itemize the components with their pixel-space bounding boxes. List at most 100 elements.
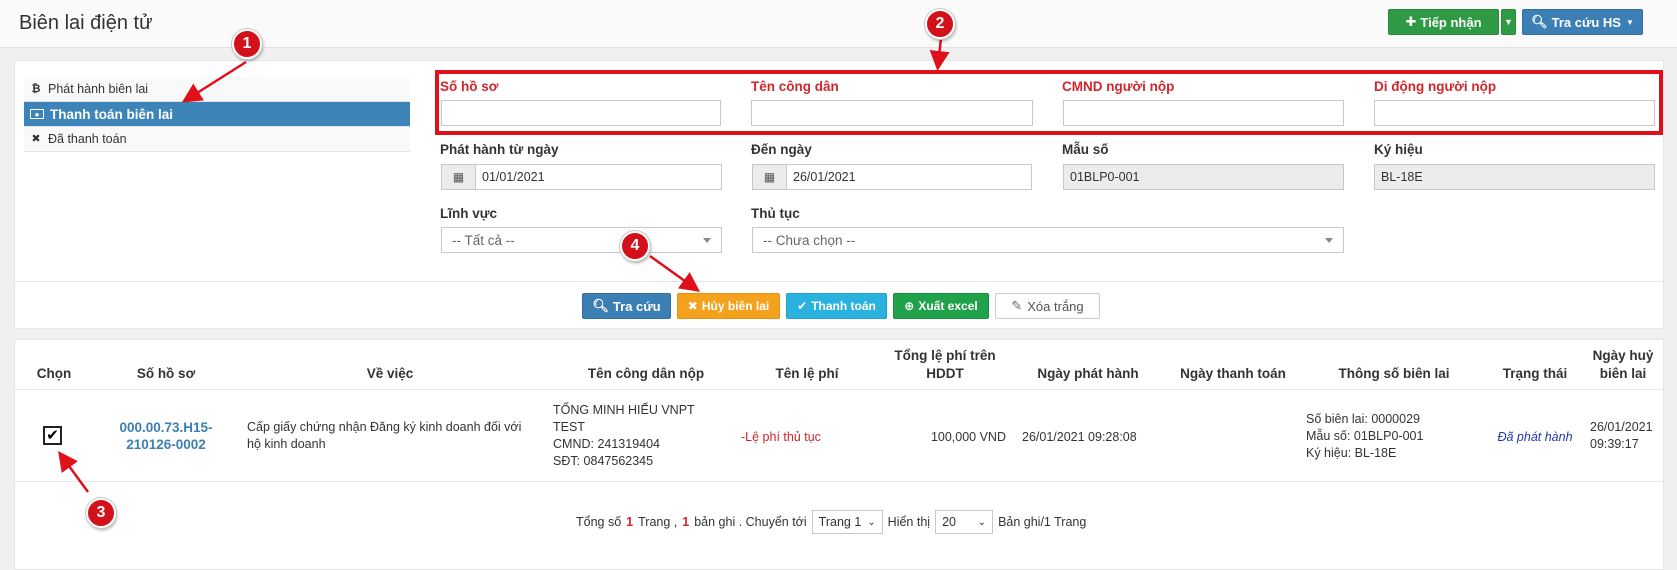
col-header-trang-thai: Trạng thái — [1502, 366, 1568, 381]
ngay-huy-cell: 26/01/2021 09:39:17 — [1590, 419, 1662, 453]
linh-vuc-select[interactable]: -- Tất cả -- — [441, 227, 722, 253]
so-ho-so-line1: 000.00.73.H15- — [119, 420, 213, 435]
cong-dan-name: TỐNG MINH HIẾU VNPT — [553, 403, 695, 417]
tra-cuu-hs-button[interactable]: 🔍︎ Tra cứu HS ▼ — [1522, 9, 1643, 35]
calendar-icon[interactable]: ▦ — [753, 165, 787, 189]
sidebar-item-label: Phát hành biên lai — [48, 81, 149, 96]
col-header-tong-le-phi-line2: HDDT — [926, 366, 964, 381]
thu-tuc-select[interactable]: -- Chưa chọn -- — [752, 227, 1344, 253]
tu-ngay-input[interactable]: ▦ 01/01/2021 — [441, 164, 722, 190]
xoa-trang-button[interactable]: ✎ Xóa trắng — [995, 293, 1100, 319]
annotation-marker-3: 3 — [86, 498, 116, 528]
col-header-tong-le-phi: Tổng lệ phí trên HDDT — [880, 347, 1010, 383]
ngay-huy-time: 09:39:17 — [1590, 437, 1639, 451]
annotation-marker-1: 1 — [232, 29, 262, 59]
tiep-nhan-label: Tiếp nhận — [1420, 14, 1482, 30]
col-header-ngay-huy-line1: Ngày huỷ — [1592, 348, 1654, 363]
highlight-box-2 — [435, 70, 1663, 135]
ve-viec-cell: Cấp giấy chứng nhận Đăng ký kinh doanh đ… — [247, 419, 537, 453]
status-badge: Đã phát hành — [1497, 430, 1573, 444]
chevron-down-icon: ⌄ — [977, 516, 987, 528]
mau-so-label: Mẫu số — [1062, 142, 1109, 157]
col-header-ten-le-phi: Tên lệ phí — [775, 366, 839, 381]
caret-down-icon — [1325, 237, 1333, 243]
page-title: Biên lai điện tử — [19, 12, 153, 34]
tiep-nhan-button[interactable]: ✚ Tiếp nhận — [1388, 9, 1499, 35]
thanh-toan-label: Thanh toán — [811, 299, 876, 313]
check-icon: ✔ — [797, 299, 808, 313]
annotation-marker-2: 2 — [925, 9, 955, 39]
ngay-phat-hanh-cell: 26/01/2021 09:28:08 — [1022, 430, 1137, 444]
header-divider — [15, 389, 1663, 390]
thu-tuc-label: Thủ tục — [751, 206, 800, 221]
den-ngay-label: Đến ngày — [751, 142, 812, 157]
mau-so-value: Mẫu số: 01BLP0-001 — [1306, 429, 1424, 443]
so-bien-lai: Số biên lai: 0000029 — [1306, 412, 1420, 426]
den-ngay-input[interactable]: ▦ 26/01/2021 — [752, 164, 1032, 190]
ky-hieu-value: Ký hiệu: BL-18E — [1306, 446, 1397, 460]
ky-hieu-input: BL-18E — [1374, 164, 1655, 190]
cong-dan-phone: SĐT: 0847562345 — [553, 454, 654, 468]
plus-icon: ✚ — [1405, 14, 1417, 29]
den-ngay-value: 26/01/2021 — [793, 170, 856, 184]
thong-so-cell: Số biên lai: 0000029 Mẫu số: 01BLP0-001 … — [1306, 411, 1476, 462]
calendar-icon[interactable]: ▦ — [442, 165, 476, 189]
sidebar-item-da-thanh-toan[interactable]: ✖ Đã thanh toán — [24, 127, 410, 152]
sidebar-item-label: Đã thanh toán — [48, 131, 127, 146]
sidebar-menu: ₿ Phát hành biên lai ● Thanh toán biên l… — [24, 77, 410, 152]
col-header-ngay-huy: Ngày huỷ biên lai — [1584, 347, 1662, 383]
tra-cuu-hs-label: Tra cứu HS — [1551, 14, 1621, 30]
pager-hien-thi: Hiển thị — [887, 515, 931, 529]
xuat-excel-button[interactable]: ⊕ Xuất excel — [893, 293, 989, 319]
col-header-thong-so: Thông số biên lai — [1338, 366, 1450, 381]
divider — [15, 281, 1663, 282]
eraser-icon: ✎ — [1011, 298, 1023, 313]
page-size-value: 20 — [942, 515, 956, 529]
cong-dan-name-2: TEST — [553, 420, 585, 434]
bitcoin-icon: ₿ — [31, 82, 41, 95]
col-header-chon: Chọn — [36, 366, 72, 381]
page-select[interactable]: Trang 1 ⌄ — [811, 510, 883, 534]
col-header-tong-le-phi-line1: Tổng lệ phí trên — [894, 348, 996, 363]
pager-tong-so: Tổng số — [576, 515, 622, 529]
thanh-toan-button[interactable]: ✔ Thanh toán — [786, 293, 887, 319]
sidebar-item-thanh-toan[interactable]: ● Thanh toán biên lai — [24, 102, 410, 127]
le-phi-cell: -Lệ phí thủ tục — [741, 430, 821, 444]
col-header-ngay-phat-hanh: Ngày phát hành — [1037, 366, 1139, 381]
caret-down-icon: ▼ — [1625, 17, 1634, 27]
cong-dan-cmnd: CMND: 241319404 — [553, 437, 661, 451]
ve-viec-line2: hộ kinh doanh — [247, 437, 326, 451]
huy-bien-lai-button[interactable]: ✖ Hủy biên lai — [677, 293, 780, 319]
action-bar: 🔍︎ Tra cứu ✖ Hủy biên lai ✔ Thanh toán ⊕… — [582, 293, 1100, 319]
sidebar-item-phat-hanh[interactable]: ₿ Phát hành biên lai — [24, 77, 410, 102]
cong-dan-cell: TỐNG MINH HIẾU VNPT TEST CMND: 241319404… — [553, 402, 753, 470]
tra-cuu-label: Tra cứu — [612, 298, 661, 314]
row-divider — [15, 481, 1663, 482]
page-select-value: Trang 1 — [818, 515, 862, 529]
tiep-nhan-dropdown-button[interactable]: ▼ — [1501, 9, 1516, 35]
ngay-huy-date: 26/01/2021 — [1590, 420, 1653, 434]
pager-records: 1 — [682, 515, 690, 529]
col-header-so-ho-so: Số hồ sơ — [136, 366, 196, 381]
search-icon: 🔍︎ — [1531, 14, 1548, 29]
tu-ngay-value: 01/01/2021 — [482, 170, 545, 184]
col-header-ngay-thanh-toan: Ngày thanh toán — [1180, 366, 1286, 381]
linh-vuc-value: -- Tất cả -- — [452, 232, 515, 248]
close-icon: ✖ — [31, 132, 41, 145]
download-icon: ⊕ — [904, 299, 915, 313]
tong-le-phi-cell: 100,000 VND — [930, 430, 1006, 444]
row-select-checkbox[interactable]: ✔ — [43, 426, 62, 445]
xuat-excel-label: Xuất excel — [918, 299, 978, 313]
chevron-down-icon: ⌄ — [867, 516, 876, 528]
huy-bien-lai-label: Hủy biên lai — [701, 299, 770, 313]
annotation-marker-4: 4 — [620, 231, 650, 261]
money-icon: ● — [30, 109, 44, 119]
pager-ban-ghi: bản ghi . Chuyển tới — [694, 515, 807, 529]
so-ho-so-line2: 210126-0002 — [126, 437, 206, 452]
caret-down-icon: ▼ — [1504, 17, 1513, 27]
linh-vuc-label: Lĩnh vực — [440, 206, 498, 221]
so-ho-so-link[interactable]: 000.00.73.H15- 210126-0002 — [106, 419, 226, 453]
page-size-select[interactable]: 20 ⌄ — [935, 510, 994, 534]
tra-cuu-button[interactable]: 🔍︎ Tra cứu — [582, 293, 671, 319]
search-icon: 🔍︎ — [592, 298, 609, 313]
